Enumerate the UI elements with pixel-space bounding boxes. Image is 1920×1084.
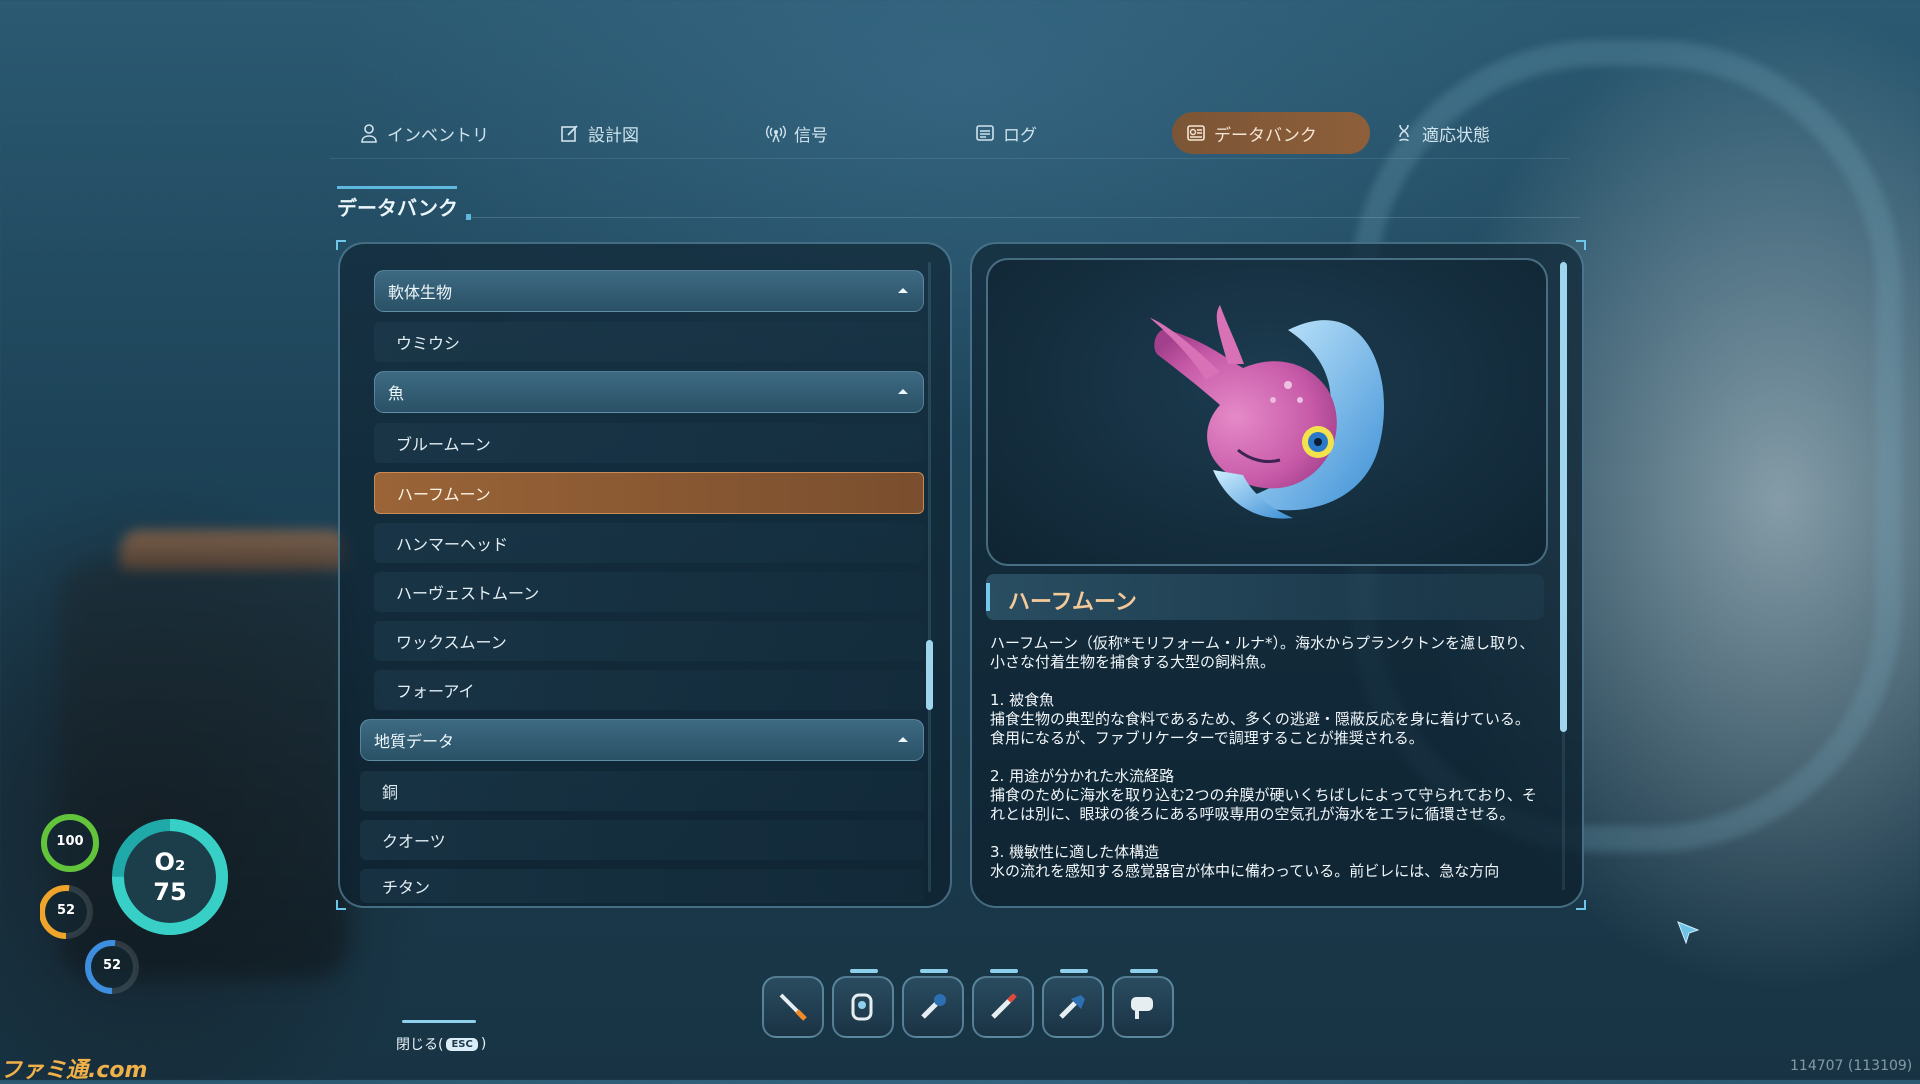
list-scrollbar-thumb[interactable]	[926, 640, 933, 710]
section-underline	[337, 186, 457, 189]
flare-icon	[991, 993, 1017, 1019]
panel-corner	[1576, 900, 1586, 910]
list-item-foreye[interactable]: フォーアイ	[374, 670, 924, 710]
description-heading-2: 2. 用途が分かれた水流経路	[990, 767, 1175, 785]
tab-signals[interactable]: 信号	[752, 112, 842, 154]
detail-scrollbar-thumb[interactable]	[1560, 262, 1567, 732]
slot-indicator	[920, 969, 948, 973]
detail-title: ハーフムーン	[1008, 590, 1137, 615]
tab-inventory[interactable]: インベントリ	[345, 112, 503, 154]
category-fish[interactable]: 魚	[374, 371, 924, 413]
slot-indicator	[1130, 969, 1158, 973]
databank-list-panel: 軟体生物 ウミウシ 魚 ブルームーン ハーフムーン ハンマーヘッド ハーヴェスト…	[336, 240, 952, 910]
detail-description: ハーフムーン（仮称*モリフォーム・ルナ*）。海水からプランクトンを濾し取り、小さ…	[990, 634, 1542, 896]
description-paragraph-2: 捕食のために海水を取り込む2つの弁膜が硬いくちばしによって守られており、それとは…	[990, 786, 1537, 823]
detail-title-bar: ハーフムーン	[986, 574, 1544, 620]
category-mollusk[interactable]: 軟体生物	[374, 270, 924, 312]
cursor-icon	[1677, 921, 1700, 945]
slot-indicator	[990, 969, 1018, 973]
halfmoon-fish-image	[1150, 305, 1384, 519]
category-geology[interactable]: 地質データ	[360, 719, 924, 761]
log-icon	[976, 125, 994, 141]
tab-log[interactable]: ログ	[961, 112, 1051, 154]
builder-tool-icon	[1059, 995, 1085, 1019]
food-value: 52	[56, 903, 76, 918]
tab-label: 設計図	[588, 125, 639, 146]
build-counter: 114707 (113109)	[1790, 1058, 1913, 1074]
section-rule	[470, 217, 1580, 218]
description-paragraph-1: 捕食生物の典型的な食料であるため、多くの逃避・隠蔽反応を身に着けている。食用にな…	[990, 710, 1530, 747]
list-item-copper[interactable]: 銅	[360, 771, 924, 811]
dna-icon	[1399, 124, 1409, 142]
tab-adaptation[interactable]: 適応状態	[1380, 112, 1504, 154]
list-item-quartz[interactable]: クオーツ	[360, 820, 924, 860]
blueprint-icon	[561, 125, 578, 142]
close-button[interactable]: 閉じる( ESC )	[396, 1034, 486, 1054]
quick-slot-bar	[762, 969, 1174, 1038]
slot-indicator	[850, 969, 878, 973]
databank-detail-panel: ハーフムーン ハーフムーン（仮称*モリフォーム・ルナ*）。海水からプランクトンを…	[970, 240, 1586, 910]
survival-knife-icon	[779, 993, 807, 1021]
quick-slot-1[interactable]	[762, 976, 824, 1038]
chevron-up-icon	[898, 288, 908, 293]
quick-slot-2[interactable]	[832, 969, 894, 1038]
tab-databank[interactable]: データバンク	[1172, 112, 1370, 154]
tab-label: ログ	[1003, 125, 1037, 146]
oxygen-value: 75	[153, 878, 187, 906]
description-heading-1: 1. 被食魚	[990, 691, 1055, 709]
tab-blueprints[interactable]: 設計図	[546, 112, 653, 154]
water-value: 52	[102, 958, 122, 973]
page-title: データバンク	[337, 196, 458, 220]
quick-slot-5[interactable]	[1042, 969, 1104, 1038]
health-value: 100	[56, 834, 84, 849]
tab-label: インベントリ	[387, 125, 489, 146]
category-label: 軟体生物	[388, 283, 453, 302]
category-label: 魚	[388, 384, 405, 403]
description-heading-3: 3. 機敏性に適した体構造	[990, 843, 1160, 861]
tab-label: 信号	[794, 125, 828, 146]
creature-preview	[986, 258, 1548, 566]
repair-tool-icon	[921, 994, 946, 1019]
slot-indicator	[1060, 969, 1088, 973]
list-item-harvestmoon[interactable]: ハーヴェストムーン	[374, 572, 924, 612]
quick-slot-3[interactable]	[902, 969, 964, 1038]
close-label: 閉じる(	[396, 1037, 444, 1053]
category-label: 地質データ	[374, 732, 455, 751]
signal-icon	[766, 125, 786, 143]
watermark-logo: ファミ通.com	[0, 1058, 148, 1083]
description-intro: ハーフムーン（仮称*モリフォーム・ルナ*）。海水からプランクトンを濾し取り、小さ…	[990, 634, 1535, 671]
panel-corner	[336, 900, 346, 910]
esc-key-icon: ESC	[446, 1037, 478, 1051]
tab-bar: インベントリ 設計図 信号 ログ データバンク 適応状態	[330, 108, 1570, 159]
tab-label: データバンク	[1214, 125, 1317, 146]
list-item-titanium[interactable]: チタン	[360, 869, 924, 903]
tab-label: 適応状態	[1422, 125, 1490, 146]
list-item-umiushi[interactable]: ウミウシ	[374, 322, 924, 362]
quick-slot-4[interactable]	[972, 969, 1034, 1038]
description-paragraph-3: 水の流れを感知する感覚器官が体中に備わっている。前ビレには、急な方向	[990, 862, 1500, 880]
list-item-halfmoon[interactable]: ハーフムーン	[374, 472, 924, 514]
list-item-waxmoon[interactable]: ワックスムーン	[374, 621, 924, 661]
close-tail: )	[480, 1036, 487, 1052]
entry-list: 軟体生物 ウミウシ 魚 ブルームーン ハーフムーン ハンマーヘッド ハーヴェスト…	[360, 270, 924, 912]
scanner-icon	[851, 993, 873, 1021]
propulsion-cannon-icon	[1131, 997, 1153, 1019]
background-lamp	[120, 530, 350, 570]
person-icon	[361, 124, 377, 143]
panel-corner	[1576, 240, 1586, 250]
oxygen-label: O₂	[154, 848, 186, 876]
databank-icon	[1187, 125, 1205, 141]
chevron-up-icon	[898, 389, 908, 394]
panel-corner	[336, 240, 346, 250]
chevron-up-icon	[898, 737, 908, 742]
quick-slot-6[interactable]	[1112, 969, 1174, 1038]
list-scrollbar-track[interactable]	[928, 262, 931, 892]
list-item-hammerhead[interactable]: ハンマーヘッド	[374, 523, 924, 563]
list-item-bloomoon[interactable]: ブルームーン	[374, 423, 924, 463]
close-indicator	[402, 1020, 476, 1023]
